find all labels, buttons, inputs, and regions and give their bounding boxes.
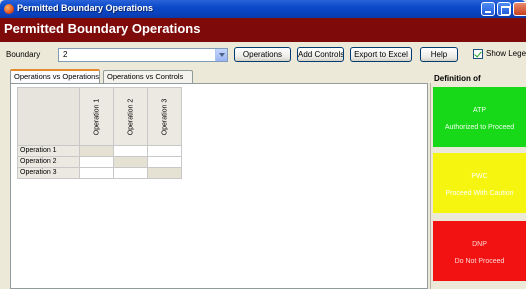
window-title: Permitted Boundary Operations [17,3,154,13]
window-titlebar: Permitted Boundary Operations [0,0,526,18]
table-row: Operation 2 [17,156,182,168]
toolbar: Boundary 2 Operations Add Controls Expor… [0,42,526,66]
legend-code: PWC [471,173,488,180]
legend-description: Authorized to Proceed [444,124,515,131]
header-band: Permitted Boundary Operations [0,18,526,42]
show-legend-checkbox[interactable] [473,49,483,59]
row-header: Operation 2 [17,156,80,168]
legend-dnp: DNP Do Not Proceed [433,221,526,281]
add-controls-button[interactable]: Add Controls [297,47,344,62]
boundary-select[interactable]: 2 [58,48,228,62]
matrix-cell [113,156,148,168]
operations-button[interactable]: Operations [234,47,291,62]
row-header: Operation 1 [17,145,80,157]
matrix-cell[interactable] [79,156,114,168]
boundary-select-value: 2 [63,50,68,59]
matrix-cell[interactable] [113,167,148,179]
column-header-label: Operation 1 [93,98,100,135]
table-row: Operation 3 [17,167,182,179]
boundary-label: Boundary [6,50,41,59]
operations-matrix: Operation 1 Operation 2 Operation 3 Oper… [17,87,182,179]
matrix-cell[interactable] [79,167,114,179]
show-legend-label: Show Legend [486,49,526,58]
close-icon[interactable] [513,2,526,16]
column-header: Operation 2 [113,87,148,146]
tab-operations-vs-operations[interactable]: Operations vs Operations [10,69,100,83]
definitions-title: Definition of [434,74,481,83]
legend-pwc: PWC Proceed With Caution [433,153,526,213]
column-header-label: Operation 3 [161,98,168,135]
matrix-cell[interactable] [147,145,182,157]
matrix-cell[interactable] [147,156,182,168]
legend-description: Do Not Proceed [454,258,505,265]
legend-atp: ATP Authorized to Proceed [433,87,526,147]
matrix-panel: Operation 1 Operation 2 Operation 3 Oper… [10,83,428,289]
legend-code: DNP [472,241,487,248]
maximize-icon[interactable] [497,2,511,16]
column-header: Operation 3 [147,87,182,146]
table-row: Operation 1 [17,145,182,157]
legend-code: ATP [472,107,487,114]
export-to-excel-button[interactable]: Export to Excel [350,47,412,62]
page-title: Permitted Boundary Operations [4,21,201,36]
row-header: Operation 3 [17,167,80,179]
chevron-down-icon[interactable] [215,49,227,61]
matrix-cell [79,145,114,157]
panel-divider [430,83,431,289]
app-icon [4,4,14,14]
matrix-corner [17,87,80,146]
matrix-cell[interactable] [113,145,148,157]
column-header: Operation 1 [79,87,114,146]
legend-description: Proceed With Caution [445,190,514,197]
column-header-label: Operation 2 [127,98,134,135]
minimize-icon[interactable] [481,2,495,16]
matrix-cell [147,167,182,179]
tab-operations-vs-controls[interactable]: Operations vs Controls [103,70,193,83]
help-button[interactable]: Help [420,47,458,62]
